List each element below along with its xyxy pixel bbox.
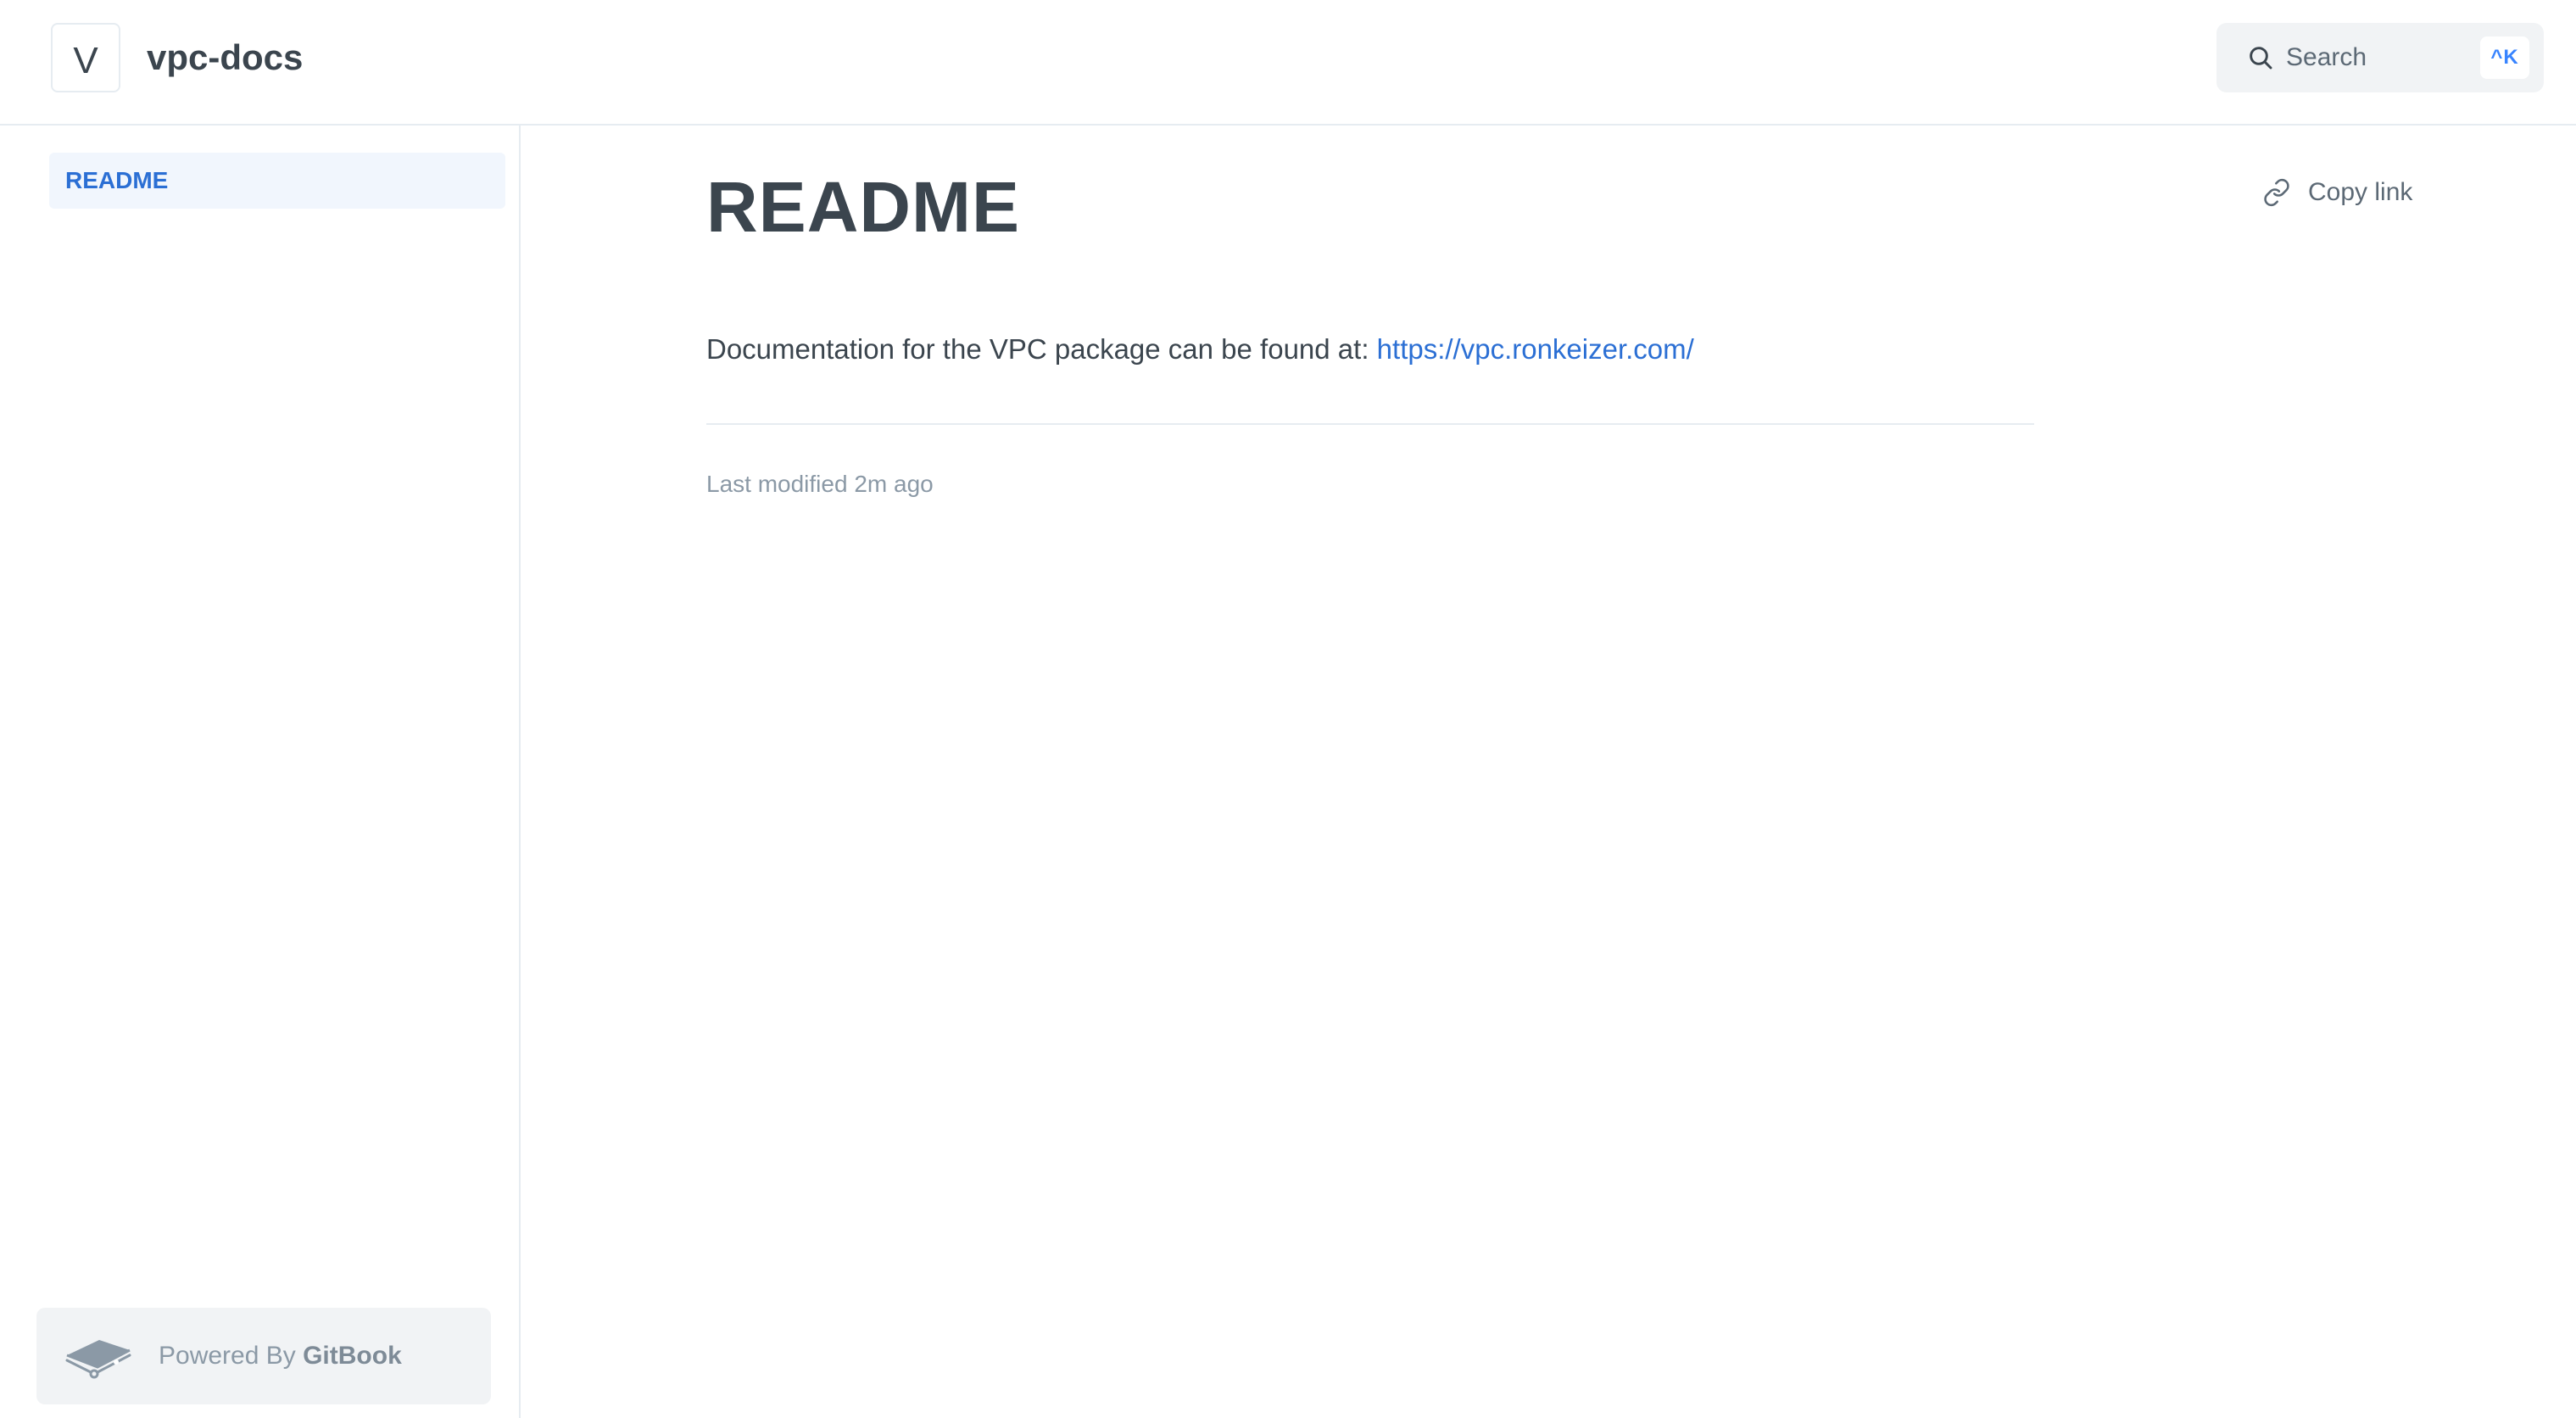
powered-by-gitbook-link[interactable]: Powered By GitBook bbox=[36, 1308, 491, 1404]
powered-by-prefix: Powered By bbox=[159, 1342, 296, 1370]
site-title[interactable]: vpc-docs bbox=[147, 34, 303, 81]
space-logo-letter: V bbox=[73, 40, 98, 81]
powered-by-brand: GitBook bbox=[303, 1342, 402, 1370]
search-shortcut-badge: ^K bbox=[2480, 36, 2529, 79]
copy-link-button[interactable]: Copy link bbox=[2262, 174, 2412, 211]
space-logo[interactable]: V bbox=[51, 23, 120, 92]
gitbook-logo-icon bbox=[65, 1340, 131, 1379]
body-text-prefix: Documentation for the VPC package can be… bbox=[706, 333, 1369, 365]
content-divider bbox=[706, 423, 2034, 425]
top-header: V vpc-docs Search ^K bbox=[0, 0, 2576, 126]
search-button[interactable]: Search ^K bbox=[2216, 23, 2544, 92]
body-paragraph: Documentation for the VPC package can be… bbox=[706, 329, 1694, 370]
sidebar-item-readme[interactable]: README bbox=[49, 153, 505, 209]
docs-link[interactable]: https://vpc.ronkeizer.com/ bbox=[1377, 333, 1694, 365]
main-content: README Copy link Documentation for the V… bbox=[522, 127, 2576, 1418]
link-icon bbox=[2264, 178, 2289, 207]
search-placeholder: Search bbox=[2286, 43, 2367, 71]
last-modified-text: Last modified 2m ago bbox=[706, 471, 934, 497]
search-icon bbox=[2250, 47, 2272, 70]
sidebar: README Powered By GitBook bbox=[0, 126, 521, 1418]
page-title: README bbox=[706, 167, 1021, 247]
powered-by-label: Powered By GitBook bbox=[159, 1338, 402, 1374]
copy-link-label: Copy link bbox=[2308, 178, 2413, 206]
